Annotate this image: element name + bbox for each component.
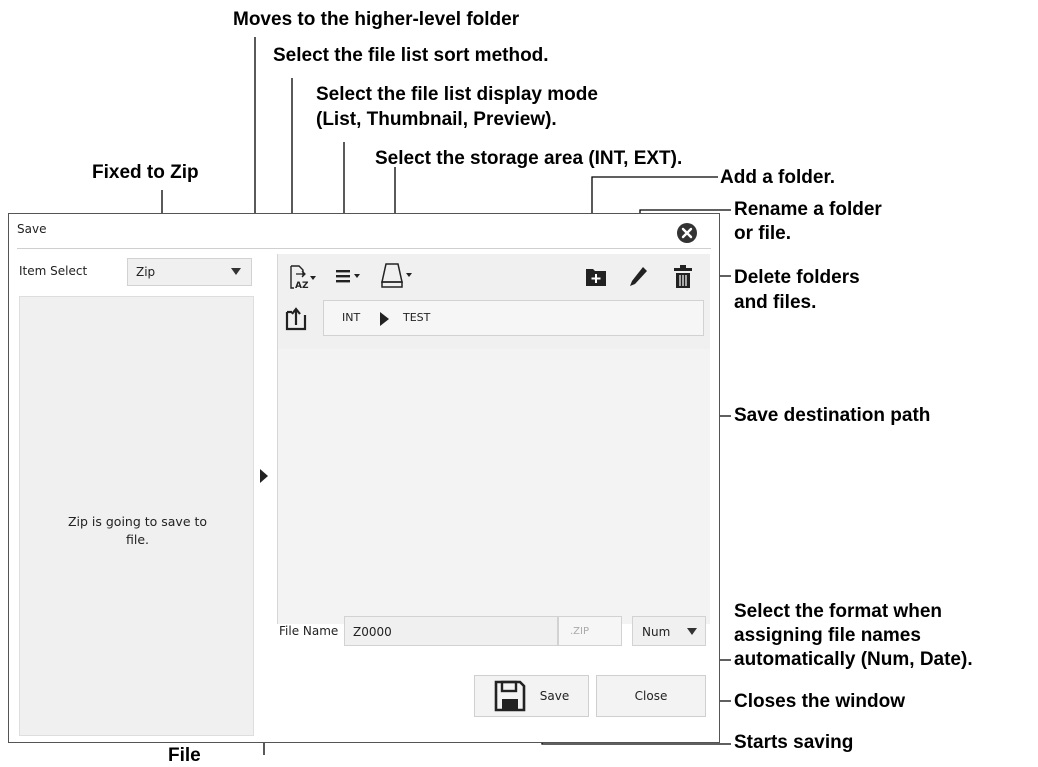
- file-panel-border: [277, 254, 278, 624]
- annotation-starts-saving: Starts saving: [734, 732, 854, 753]
- dialog-title: Save: [17, 222, 47, 236]
- item-select-label: Item Select: [19, 264, 88, 278]
- save-button-label: Save: [539, 689, 570, 703]
- format-value: Num: [642, 625, 671, 639]
- item-info-panel: Zip is going to save to file.: [19, 296, 254, 736]
- annotation-rename-2: or file.: [734, 223, 792, 244]
- file-extension: .ZIP: [558, 616, 622, 646]
- chevron-down-icon: [687, 628, 697, 635]
- annotation-storage-area: Select the storage area (INT, EXT).: [375, 148, 683, 169]
- annotation-higher-folder: Moves to the higher-level folder: [233, 9, 520, 30]
- annotation-add-folder: Add a folder.: [720, 167, 836, 188]
- save-dialog: Save Item Select Zip Zip is going to sav…: [8, 213, 720, 743]
- storage-icon[interactable]: [380, 262, 416, 290]
- file-name-input[interactable]: Z0000: [344, 616, 558, 646]
- add-folder-icon[interactable]: [585, 266, 607, 288]
- annotation-format-3: automatically (Num, Date).: [734, 649, 973, 670]
- annotation-close-window: Closes the window: [734, 691, 906, 712]
- expand-arrow-icon[interactable]: [260, 469, 268, 483]
- item-select-value: Zip: [136, 265, 156, 279]
- rename-icon[interactable]: [627, 265, 649, 289]
- path-separator-icon: [380, 312, 389, 326]
- chevron-down-icon: [231, 268, 241, 275]
- folder-up-icon[interactable]: [285, 305, 309, 331]
- path-segment-test[interactable]: TEST: [403, 311, 430, 324]
- close-button[interactable]: Close: [596, 675, 706, 717]
- annotation-sort-method: Select the file list sort method.: [273, 45, 549, 66]
- save-disk-icon: [494, 680, 526, 712]
- annotation-rename-1: Rename a folder: [734, 199, 882, 220]
- annotation-file-name: File: [168, 745, 201, 766]
- close-icon[interactable]: [676, 222, 698, 244]
- annotation-display-mode-2: (List, Thumbnail, Preview).: [316, 109, 557, 130]
- save-button[interactable]: Save: [474, 675, 589, 717]
- sort-icon[interactable]: AZ: [288, 264, 318, 291]
- path-breadcrumb: INT TEST: [323, 300, 704, 336]
- file-list[interactable]: [277, 349, 710, 624]
- annotation-save-dest: Save destination path: [734, 405, 931, 426]
- annotation-delete-2: and files.: [734, 292, 817, 313]
- file-name-value: Z0000: [353, 625, 392, 639]
- item-info-message: Zip is going to save to file.: [67, 514, 208, 547]
- close-button-label: Close: [634, 689, 668, 703]
- display-mode-icon[interactable]: [335, 266, 365, 288]
- format-dropdown[interactable]: Num: [632, 616, 706, 646]
- title-divider: [17, 248, 711, 249]
- item-select-dropdown[interactable]: Zip: [127, 258, 252, 286]
- svg-text:AZ: AZ: [295, 281, 309, 290]
- annotation-display-mode-1: Select the file list display mode: [316, 84, 598, 105]
- file-name-label: File Name: [279, 624, 339, 638]
- annotation-fixed-zip: Fixed to Zip: [92, 162, 199, 183]
- file-extension-text: .ZIP: [570, 626, 590, 637]
- annotation-format-2: assigning file names: [734, 625, 921, 646]
- path-segment-int[interactable]: INT: [342, 311, 360, 324]
- annotation-format-1: Select the format when: [734, 601, 942, 622]
- annotation-delete-1: Delete folders: [734, 267, 860, 288]
- delete-icon[interactable]: [672, 264, 694, 290]
